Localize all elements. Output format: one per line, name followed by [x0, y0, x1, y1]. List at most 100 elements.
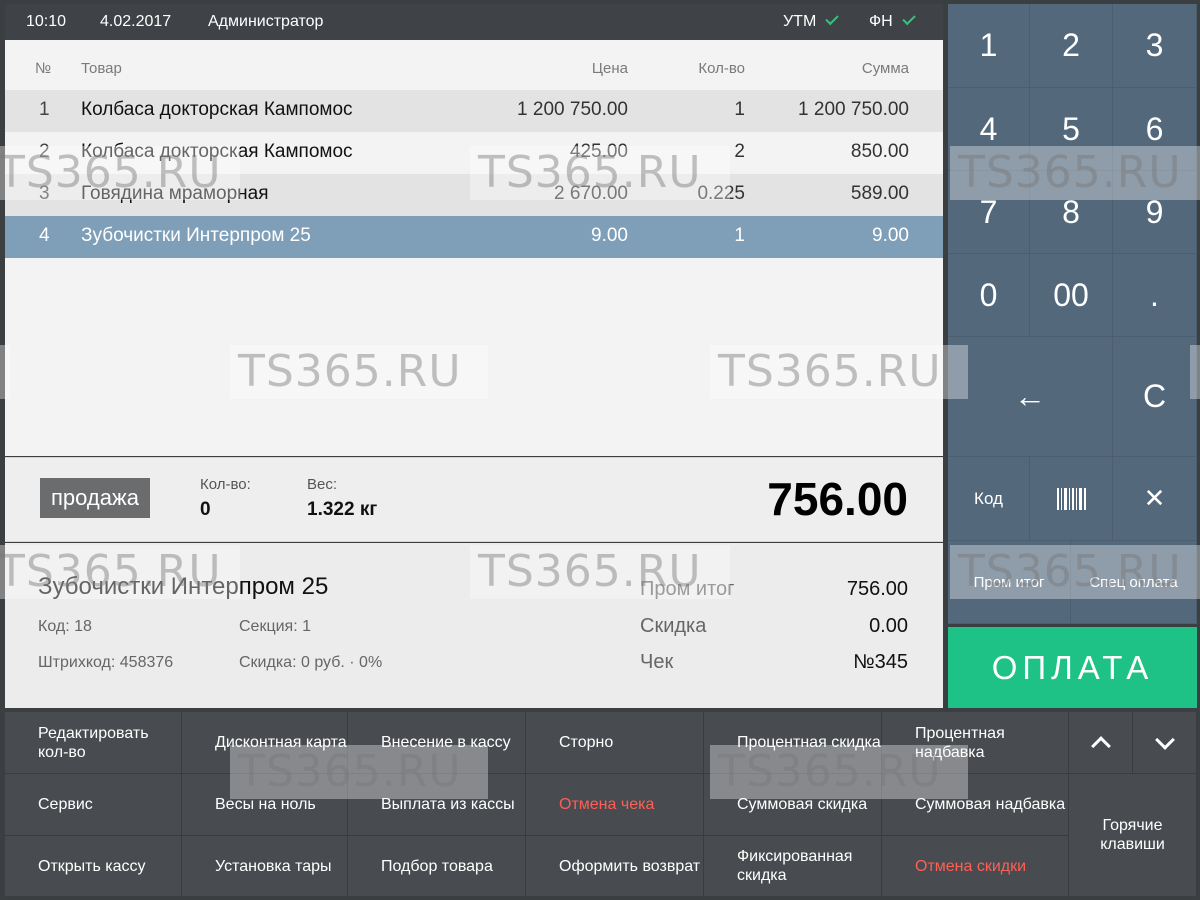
row-name: Колбаса докторская Кампомос: [81, 141, 353, 162]
row-price: 425.00: [569, 141, 628, 162]
qty-value: 0: [200, 499, 211, 520]
key-6[interactable]: 6: [1113, 88, 1197, 171]
open-register-button[interactable]: Открыть кассу: [5, 836, 182, 897]
fn-status: ФН: [869, 11, 916, 31]
table-row-selected[interactable]: 4 Зубочистки Интерпром 25 9.00 1 9.00: [5, 216, 943, 258]
numeric-keypad: 1 2 3 4 5 6 7 8 9 0 00 . ← C Код ✕ Пром …: [948, 4, 1197, 624]
check-icon: [902, 11, 916, 26]
header-sum: Сумма: [861, 60, 909, 77]
sum-markup-button[interactable]: Суммовая надбавка: [882, 774, 1069, 836]
row-price: 2 670.00: [554, 183, 628, 204]
key-1[interactable]: 1: [948, 4, 1030, 88]
code-entry-button[interactable]: Код: [948, 457, 1030, 541]
row-name: Зубочистки Интерпром 25: [81, 225, 311, 246]
arrow-left-icon: ←: [1014, 378, 1046, 414]
barcode-scan-button[interactable]: [1030, 457, 1113, 541]
close-icon: ✕: [1143, 483, 1166, 513]
header-price: Цена: [591, 60, 628, 77]
product-search-button[interactable]: Подбор товара: [348, 836, 526, 897]
scroll-down-button[interactable]: [1133, 712, 1197, 774]
sum-discount-button[interactable]: Суммовая скидка: [704, 774, 882, 836]
qty-label: Кол-во:: [200, 476, 251, 493]
status-bar: 10:10 4.02.2017 Администратор УТМ ФН: [5, 4, 943, 40]
check-icon: [825, 11, 839, 26]
storno-button[interactable]: Сторно: [526, 712, 704, 774]
total-amount: 756.00: [767, 473, 908, 525]
key-0[interactable]: 0: [948, 254, 1030, 337]
function-panel: Редактировать кол-во Дисконтная карта Вн…: [5, 712, 1197, 897]
subtotal-button[interactable]: Пром итог: [948, 541, 1071, 624]
chevron-up-icon: [1090, 735, 1111, 756]
weight-label: Вес:: [307, 476, 338, 493]
tare-button[interactable]: Установка тары: [182, 836, 348, 897]
special-payment-button[interactable]: Спец оплата: [1071, 541, 1197, 624]
subtotal-value: 756.00: [846, 578, 908, 600]
close-key[interactable]: ✕: [1113, 457, 1197, 541]
row-qty: 0.225: [697, 183, 745, 204]
utm-status: УТМ: [783, 11, 839, 31]
service-button[interactable]: Сервис: [5, 774, 182, 836]
weight-value: 1.322 кг: [307, 499, 378, 520]
current-user: Администратор: [208, 13, 324, 30]
cash-out-button[interactable]: Выплата из кассы: [348, 774, 526, 836]
edit-qty-button[interactable]: Редактировать кол-во: [5, 712, 182, 774]
key-00[interactable]: 00: [1030, 254, 1113, 337]
key-2[interactable]: 2: [1030, 4, 1113, 88]
item-barcode: Штрихкод: 458376: [38, 654, 174, 671]
backspace-key[interactable]: ←: [948, 337, 1113, 457]
refund-button[interactable]: Оформить возврат: [526, 836, 704, 897]
cancel-discount-button[interactable]: Отмена скидки: [882, 836, 1069, 897]
zero-scale-button[interactable]: Весы на ноль: [182, 774, 348, 836]
date: 4.02.2017: [100, 13, 172, 30]
table-row[interactable]: 3 Говядина мраморная 2 670.00 0.225 589.…: [5, 174, 943, 216]
table-row[interactable]: 2 Колбаса докторская Кампомос 425.00 2 8…: [5, 132, 943, 174]
cash-in-button[interactable]: Внесение в кассу: [348, 712, 526, 774]
item-title: Зубочистки Интерпром 25: [38, 573, 329, 600]
barcode-icon: [1056, 487, 1086, 510]
item-section: Секция: 1: [239, 618, 312, 635]
row-sum: 589.00: [850, 183, 909, 204]
header-name: Товар: [81, 60, 122, 77]
header-num: №: [35, 60, 52, 77]
operation-mode-badge[interactable]: продажа: [40, 478, 150, 518]
row-num: 2: [39, 141, 50, 162]
item-code: Код: 18: [38, 618, 92, 635]
table-row[interactable]: 1 Колбаса докторская Кампомос 1 200 750.…: [5, 90, 943, 132]
check-label: Чек: [640, 651, 674, 673]
row-num: 4: [39, 225, 50, 246]
cancel-check-button[interactable]: Отмена чека: [526, 774, 704, 836]
header-qty: Кол-во: [698, 60, 745, 77]
row-num: 1: [39, 99, 50, 120]
table-header: № Товар Цена Кол-во Сумма: [5, 40, 943, 90]
percent-markup-button[interactable]: Процентная надбавка: [882, 712, 1069, 774]
percent-discount-button[interactable]: Процентная скидка: [704, 712, 882, 774]
subtotal-label: Пром итог: [640, 578, 735, 600]
row-price: 9.00: [591, 225, 628, 246]
key-7[interactable]: 7: [948, 171, 1030, 254]
key-4[interactable]: 4: [948, 88, 1030, 171]
discount-value: 0.00: [869, 615, 908, 637]
discount-card-button[interactable]: Дисконтная карта: [182, 712, 348, 774]
scroll-up-button[interactable]: [1069, 712, 1133, 774]
row-num: 3: [39, 183, 50, 204]
item-details: Зубочистки Интерпром 25 Код: 18 Секция: …: [5, 543, 943, 708]
key-5[interactable]: 5: [1030, 88, 1113, 171]
chevron-down-icon: [1154, 729, 1175, 750]
discount-label: Скидка: [640, 615, 707, 637]
key-3[interactable]: 3: [1113, 4, 1197, 88]
key-8[interactable]: 8: [1030, 171, 1113, 254]
check-number: №345: [853, 651, 908, 673]
row-sum: 1 200 750.00: [798, 99, 909, 120]
row-sum: 9.00: [872, 225, 909, 246]
pay-button[interactable]: ОПЛАТА: [948, 627, 1197, 708]
fn-label: ФН: [869, 13, 893, 30]
key-decimal[interactable]: .: [1113, 254, 1197, 337]
hotkeys-button[interactable]: Горячие клавиши: [1069, 774, 1197, 897]
clear-key[interactable]: C: [1113, 337, 1197, 457]
row-sum: 850.00: [850, 141, 909, 162]
receipt-table: № Товар Цена Кол-во Сумма 1 Колбаса докт…: [5, 40, 943, 456]
row-qty: 1: [734, 225, 745, 246]
fixed-discount-button[interactable]: Фиксированная скидка: [704, 836, 882, 897]
key-9[interactable]: 9: [1113, 171, 1197, 254]
row-qty: 1: [734, 99, 745, 120]
